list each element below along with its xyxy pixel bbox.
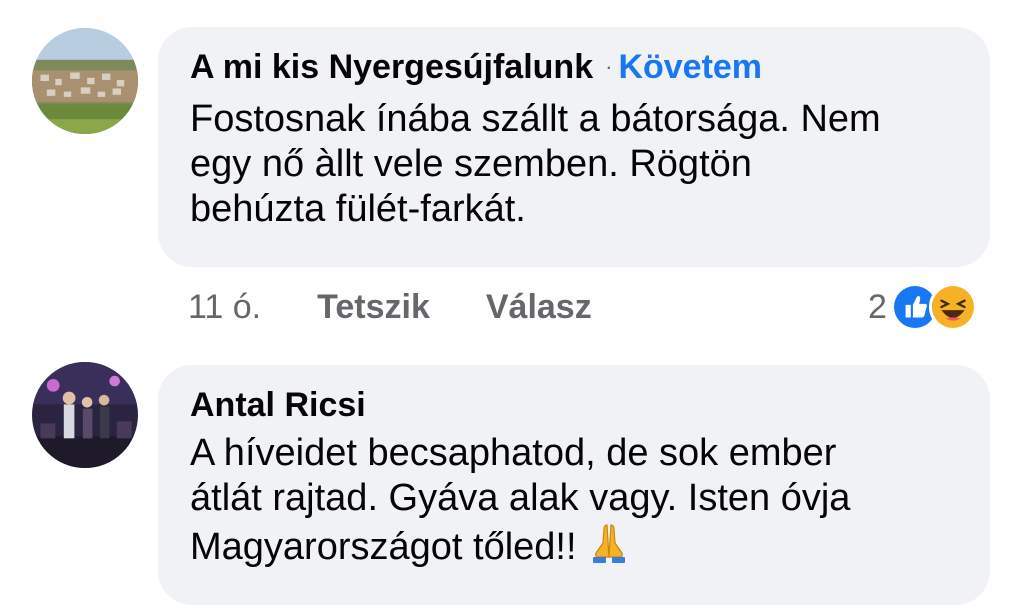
comment-text: A híveidet becsaphatod, de sok ember átl… — [190, 431, 958, 570]
comment-actions: 11 ó. Tetszik Válasz — [188, 282, 648, 332]
comment-text-line: átlát rajtad. Gyáva alak vagy. Isten óvj… — [190, 477, 851, 519]
comment-bubble: Antal Ricsi A híveidet becsaphatod, de s… — [158, 365, 990, 605]
comment-timestamp[interactable]: 11 ó. — [188, 288, 261, 327]
comment-author[interactable]: Antal Ricsi — [190, 385, 366, 425]
avatar-page-icon[interactable] — [32, 28, 138, 134]
comment-author[interactable]: A mi kis Nyergesújfalunk — [190, 47, 593, 87]
comment-text-line: Fostosnak ínába szállt a bátorsága. Nem — [190, 98, 881, 140]
reaction-count: 2 — [868, 287, 887, 326]
reactions-summary[interactable]: 2 — [868, 283, 977, 331]
comment-header: A mi kis Nyergesújfalunk · Követem — [190, 47, 958, 91]
avatar-user-icon[interactable] — [32, 362, 138, 468]
folded-hands-icon — [587, 521, 631, 565]
comment-header: Antal Ricsi — [190, 385, 958, 425]
comment-text: Fostosnak ínába szállt a bátorsága. Nem … — [190, 97, 958, 232]
comment-bubble: A mi kis Nyergesújfalunk · Követem Fosto… — [158, 27, 990, 267]
separator-dot: · — [605, 54, 613, 79]
like-button[interactable]: Tetszik — [317, 288, 430, 327]
comment-text-line: behúzta fülét-farkát. — [190, 188, 526, 230]
comment-text-line: Magyarországot tőled!! — [190, 521, 958, 570]
haha-icon — [928, 283, 977, 331]
follow-button[interactable]: Követem — [618, 47, 762, 87]
comment-text-line: A híveidet becsaphatod, de sok ember — [190, 432, 837, 474]
comment-text-line: egy nő àllt vele szemben. Rögtön — [190, 143, 752, 185]
comment-text-fragment: Magyarországot tőled!! — [190, 526, 577, 568]
reply-button[interactable]: Válasz — [486, 288, 592, 327]
